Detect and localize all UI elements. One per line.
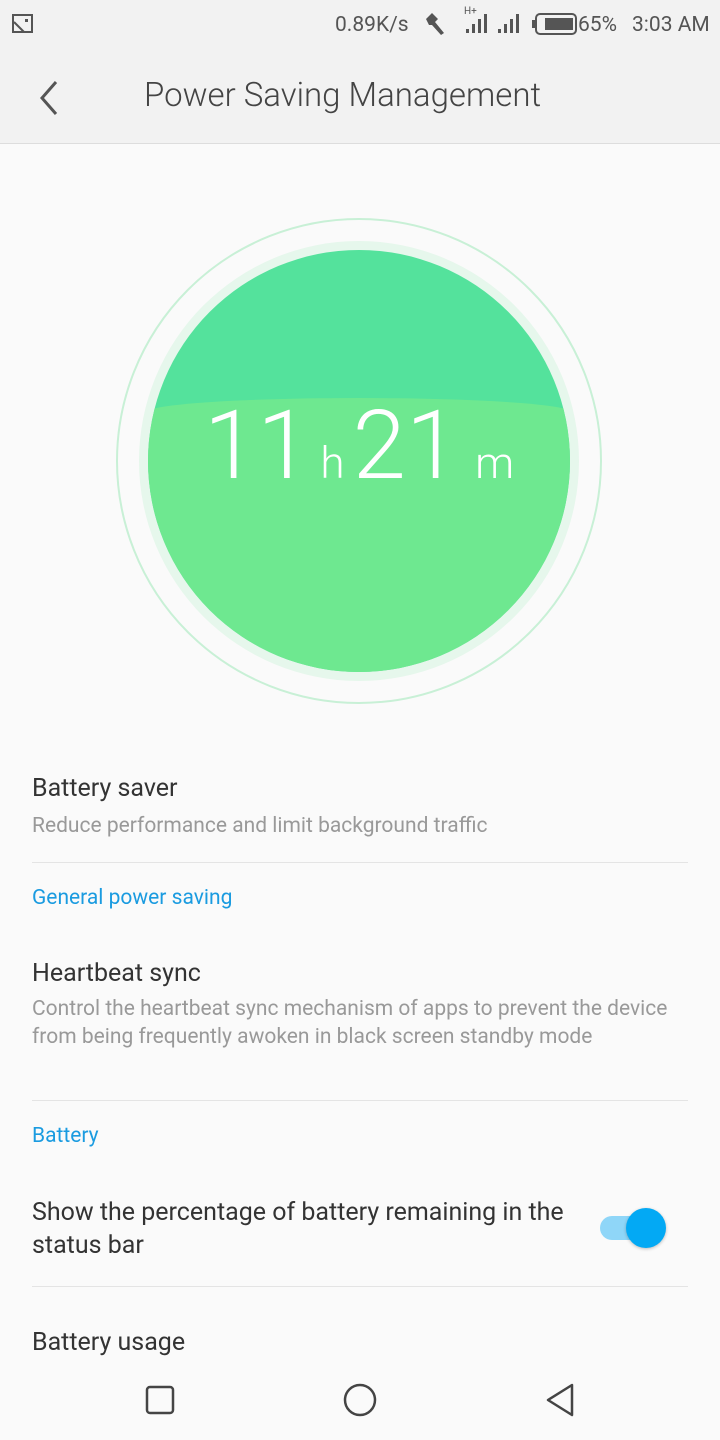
item-title: Battery saver: [32, 774, 178, 803]
home-button[interactable]: [343, 1383, 377, 1417]
key-icon: [426, 13, 444, 35]
divider: [32, 1286, 688, 1287]
screenshot-icon: [12, 14, 33, 33]
item-title: Show the percentage of battery remaining…: [32, 1198, 564, 1260]
toggle-thumb: [626, 1208, 666, 1248]
item-subtitle: Control the heartbeat sync mechanism of …: [32, 997, 668, 1049]
page-title: Power Saving Management: [144, 76, 542, 115]
status-bar: 0.89K/s H+ 65% 3:03 AM: [0, 0, 720, 50]
back-nav-button[interactable]: [544, 1383, 576, 1417]
hours-value: 11: [203, 390, 311, 502]
battery-gauge: 11 h21 m: [148, 250, 570, 672]
minutes-unit: m: [475, 437, 515, 489]
app-bar: Power Saving Management: [0, 50, 720, 144]
section-header-general: General power saving: [32, 886, 233, 910]
network-speed: 0.89K/s: [335, 13, 409, 37]
clock: 3:03 AM: [632, 13, 710, 37]
divider: [32, 862, 688, 863]
battery-percent: 65%: [578, 13, 617, 37]
recents-button[interactable]: [145, 1385, 175, 1415]
item-title: Heartbeat sync: [32, 959, 201, 988]
battery-icon: [532, 13, 577, 35]
section-header-battery: Battery: [32, 1124, 99, 1148]
item-subtitle: Reduce performance and limit background …: [32, 814, 488, 838]
divider: [32, 1100, 688, 1101]
battery-saver-item[interactable]: Battery saver Reduce performance and lim…: [0, 772, 720, 862]
signal-icon: [466, 14, 519, 33]
show-percentage-item[interactable]: Show the percentage of battery remaining…: [0, 1194, 720, 1284]
hours-unit: h: [320, 437, 345, 489]
minutes-value: 21: [352, 390, 460, 502]
remaining-time: 11 h21 m: [148, 390, 570, 502]
heartbeat-sync-item[interactable]: Heartbeat sync Control the heartbeat syn…: [0, 955, 720, 1095]
battery-usage-item[interactable]: Battery usage: [32, 1328, 185, 1357]
back-button[interactable]: [34, 78, 64, 118]
navigation-bar: [0, 1370, 720, 1440]
show-percentage-toggle[interactable]: [600, 1208, 666, 1248]
